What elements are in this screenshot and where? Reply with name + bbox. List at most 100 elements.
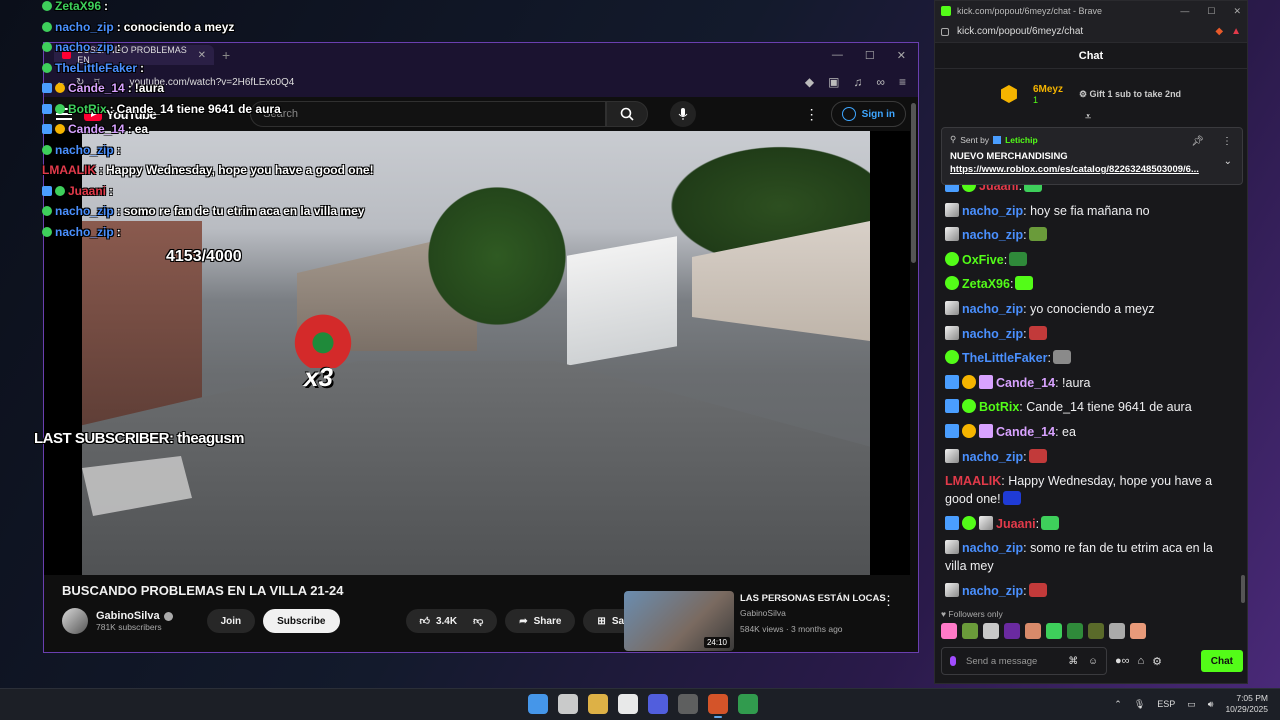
tray-mic-icon[interactable]: 🎙︎ [1134,699,1145,710]
chat-username[interactable]: nacho_zip [962,228,1023,242]
store-icon[interactable]: ⌂ [1138,655,1145,667]
chevron-down-icon[interactable]: ⌄ [1224,156,1232,167]
pinned-message[interactable]: ⚲ Sent by Letichip NUEVO MERCHANDISING h… [941,127,1243,185]
recommended-more-icon[interactable]: ⋮ [882,593,895,609]
brave-icon[interactable] [708,694,728,718]
chat-username[interactable]: TheLittleFaker [962,351,1047,365]
maximize-icon[interactable]: ☐ [865,49,875,62]
emote-icon[interactable] [1028,448,1047,463]
share-button[interactable]: ➦ Share [505,609,576,633]
message-input[interactable]: Send a message ⌘ ☺ [941,647,1107,675]
more-options-icon[interactable]: ⋮ [805,106,819,123]
chat-username[interactable]: Cande_14 [996,376,1055,390]
top-gifter-info[interactable]: 6Meyz 1 [1033,84,1063,105]
collapse-icon[interactable]: ⩡ [1085,111,1091,124]
kick-brave-shield-icon[interactable]: ◆ [1215,26,1223,37]
dislike-icon[interactable]: 👎︎ [473,615,483,627]
quick-emote-icon[interactable] [1109,623,1125,639]
file-explorer-icon[interactable] [588,694,608,714]
store-icon[interactable] [618,694,638,714]
ver-badge-icon[interactable] [945,251,959,266]
page-scrollbar[interactable] [911,103,916,263]
recommended-video-info[interactable]: LAS PERSONAS ESTÁN LOCAS GabinoSilva 584… [740,593,900,634]
ver-badge-icon[interactable] [945,276,959,291]
sign-in-button[interactable]: Sign in [830,101,906,127]
mod-badge-icon[interactable] [945,374,959,389]
emote-icon[interactable] [1028,227,1047,242]
chat-username[interactable]: nacho_zip [962,541,1023,555]
emote-icon[interactable] [1052,350,1071,365]
emote-icon[interactable] [1009,251,1028,266]
chat-username[interactable]: Cande_14 [996,425,1055,439]
like-button[interactable]: 👍︎ 3.4K 👎︎ [405,609,498,633]
mod-badge-icon[interactable] [945,399,959,414]
ver-badge-icon[interactable] [962,515,976,530]
chrome-icon[interactable] [738,694,758,714]
gift-sub-prompt[interactable]: ⚙ Gift 1 sub to take 2nd [1079,89,1181,100]
obs-icon[interactable] [678,694,698,714]
site-info-icon[interactable] [941,27,949,36]
emote-icon[interactable] [1015,276,1034,291]
avatar-badge-icon[interactable] [945,582,959,597]
command-icon[interactable]: ⌘ [1068,656,1078,667]
chat-username[interactable]: Juaani [996,517,1036,531]
gift-badge-icon[interactable] [979,423,993,438]
chat-username[interactable]: nacho_zip [962,302,1023,316]
vpn-icon[interactable]: ∞ [876,75,885,89]
avatar-badge-icon[interactable] [979,515,993,530]
chat-username[interactable]: nacho_zip [962,450,1023,464]
quick-emote-icon[interactable] [1046,623,1062,639]
sub-badge-icon[interactable] [962,423,976,438]
media-icon[interactable]: ♫ [853,75,862,89]
avatar-badge-icon[interactable] [945,540,959,555]
join-button[interactable]: Join [206,609,256,633]
search-button[interactable] [606,101,649,127]
emote-icon[interactable] [1041,515,1060,530]
quick-emote-icon[interactable] [1025,623,1041,639]
quick-emote-icon[interactable] [1088,623,1104,639]
discord-icon[interactable] [648,694,668,714]
quick-emote-icon[interactable] [983,623,999,639]
chat-username[interactable]: nacho_zip [962,584,1023,598]
kicks-icon[interactable]: ●∞ [1115,655,1130,667]
gift-badge-icon[interactable] [979,374,993,389]
brave-shield-icon[interactable]: ◆ [805,75,814,89]
quick-emote-icon[interactable] [941,623,957,639]
chat-username[interactable]: LMAALIK [945,474,1001,488]
quick-emote-icon[interactable] [1130,623,1146,639]
emote-icon[interactable] [1028,325,1047,340]
network-icon[interactable]: ▭ [1187,699,1196,710]
settings-gear-icon[interactable]: ⚙ [1152,655,1162,668]
pin-icon[interactable]: 📌︎ [1191,136,1204,147]
emote-icon[interactable] [1002,491,1021,506]
voice-search-button[interactable] [670,101,697,127]
minimize-icon[interactable]: — [832,49,843,62]
chat-scrollbar[interactable] [1241,575,1245,603]
subscribe-button[interactable]: Subscribe [263,609,340,633]
quick-emote-icon[interactable] [1004,623,1020,639]
close-window-icon[interactable]: ✕ [897,49,906,62]
channel-avatar[interactable] [62,608,88,634]
menu-icon[interactable]: ≡ [899,75,906,89]
start-icon[interactable] [528,694,548,714]
chat-username[interactable]: BotRix [979,400,1019,414]
pinned-link[interactable]: https://www.roblox.com/es/catalog/822632… [950,164,1220,175]
mod-badge-icon[interactable] [945,515,959,530]
chat-username[interactable]: ZetaX96 [962,277,1010,291]
mod-badge-icon[interactable] [945,423,959,438]
kick-maximize-icon[interactable]: ☐ [1207,6,1215,17]
kick-rewards-icon[interactable]: ▲ [1231,26,1241,37]
avatar-badge-icon[interactable] [945,300,959,315]
chat-username[interactable]: OxFive [962,253,1004,267]
channel-name[interactable]: GabinoSilva [96,610,173,622]
quick-emote-icon[interactable] [962,623,978,639]
clock[interactable]: 7:05 PM 10/29/2025 [1225,693,1268,715]
pinned-more-icon[interactable]: ⋮ [1222,136,1232,147]
kick-url-field[interactable]: kick.com/popout/6meyz/chat [957,26,1083,37]
cast-icon[interactable]: ▣ [828,75,839,89]
send-chat-button[interactable]: Chat [1200,650,1243,672]
avatar-badge-icon[interactable] [945,448,959,463]
kick-close-icon[interactable]: ✕ [1233,6,1241,17]
kick-minimize-icon[interactable]: — [1180,6,1189,17]
chat-username[interactable]: nacho_zip [962,327,1023,341]
